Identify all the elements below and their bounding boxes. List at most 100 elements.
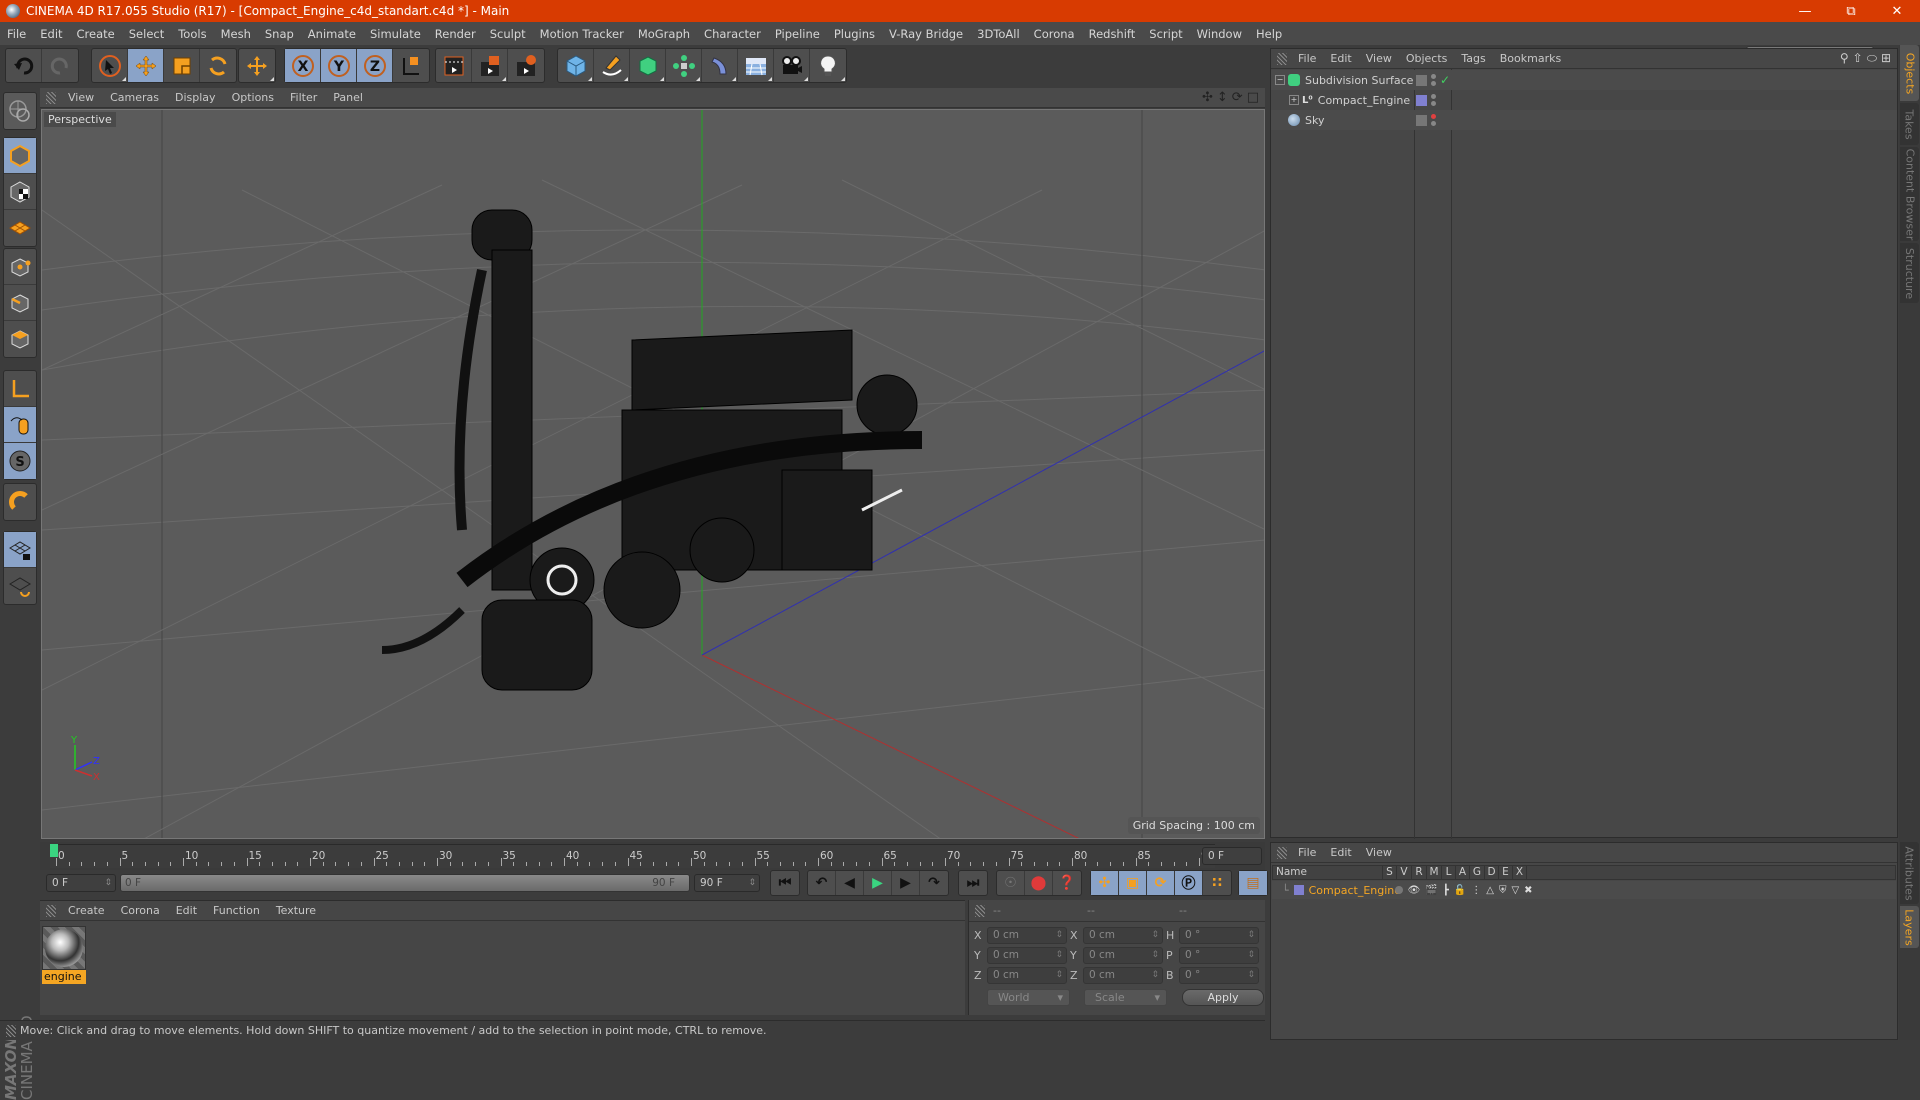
column-view[interactable]: V	[1397, 866, 1412, 879]
solo-button[interactable]: S	[4, 443, 36, 479]
position-key-button[interactable]: ✣	[1091, 871, 1119, 895]
layer-color-icon[interactable]	[1416, 94, 1427, 106]
menu-create[interactable]: Create	[70, 27, 122, 41]
viewport-camera-label[interactable]: Perspective	[44, 112, 116, 127]
menu-animate[interactable]: Animate	[301, 27, 363, 41]
restore-button[interactable]: ⧉	[1828, 0, 1874, 22]
tab-layers[interactable]: Layers	[1900, 906, 1919, 948]
layer-icon[interactable]	[1416, 74, 1427, 86]
scale-key-button[interactable]: ▣	[1119, 871, 1147, 895]
viewport-menu-cameras[interactable]: Cameras	[102, 91, 167, 104]
object-row[interactable]: + L⁰ Compact_Engine	[1271, 90, 1897, 110]
rotation-p-field[interactable]: 0 °	[1179, 947, 1259, 964]
menu-redshift[interactable]: Redshift	[1082, 27, 1143, 41]
expand-icon[interactable]: +	[1289, 95, 1299, 105]
object-row[interactable]: Sky	[1271, 110, 1897, 130]
expressions-toggle-icon[interactable]: ▽	[1511, 885, 1519, 896]
deformer-button[interactable]	[702, 49, 738, 82]
position-x-field[interactable]: 0 cm	[987, 927, 1067, 944]
menu-file[interactable]: File	[0, 27, 33, 41]
menu-motion-tracker[interactable]: Motion Tracker	[533, 27, 631, 41]
panel-grip[interactable]	[6, 1024, 16, 1037]
edges-mode-button[interactable]	[4, 285, 36, 321]
perspective-viewport[interactable]: Y Z X Perspective Grid Spacing : 100 cm	[41, 109, 1265, 839]
layer-row[interactable]: └ Compact_Engine 👁 🎬 ┣ 🔓 ⋮ △ ⛨ ▽ ✖	[1272, 881, 1896, 899]
material-menu-function[interactable]: Function	[205, 904, 268, 917]
current-frame-field[interactable]: 0 F	[1202, 847, 1262, 865]
column-manager[interactable]: M	[1427, 866, 1442, 879]
redo-button[interactable]	[42, 49, 78, 82]
objects-menu-objects[interactable]: Objects	[1399, 52, 1455, 65]
animation-toggle-icon[interactable]: ⋮	[1471, 885, 1481, 896]
visibility-dots[interactable]	[1431, 74, 1436, 86]
pan-view-icon[interactable]: ✣	[1202, 90, 1213, 105]
home-icon[interactable]: ⇧	[1853, 51, 1863, 66]
viewport-menu-display[interactable]: Display	[167, 91, 224, 104]
material-menu-corona[interactable]: Corona	[113, 904, 168, 917]
menu-help[interactable]: Help	[1249, 27, 1289, 41]
panel-grip[interactable]	[1277, 52, 1287, 65]
object-row[interactable]: − Subdivision Surface ✓	[1271, 70, 1897, 90]
texture-mode-button[interactable]	[4, 174, 36, 210]
viewport-menu-panel[interactable]: Panel	[325, 91, 371, 104]
layers-menu-file[interactable]: File	[1291, 846, 1323, 859]
menu-sculpt[interactable]: Sculpt	[483, 27, 533, 41]
tab-structure[interactable]: Structure	[1900, 243, 1919, 303]
viewport-menu-options[interactable]: Options	[224, 91, 282, 104]
column-solo[interactable]: S	[1383, 866, 1397, 879]
generators-toggle-icon[interactable]: △	[1486, 885, 1494, 896]
menu-plugins[interactable]: Plugins	[827, 27, 882, 41]
light-button[interactable]	[810, 49, 846, 82]
column-name[interactable]: Name	[1273, 866, 1383, 879]
position-y-field[interactable]: 0 cm	[987, 947, 1067, 964]
xref-toggle-icon[interactable]: ✖	[1524, 885, 1532, 896]
render-settings-button[interactable]	[508, 49, 544, 82]
solo-toggle[interactable]	[1394, 886, 1403, 894]
move-button[interactable]	[128, 49, 164, 82]
next-key-button[interactable]: ↷	[920, 871, 948, 895]
menu-select[interactable]: Select	[122, 27, 171, 41]
apply-button[interactable]: Apply	[1182, 989, 1264, 1006]
end-frame-field[interactable]: 90 F ⇕	[694, 874, 760, 892]
position-z-field[interactable]: 0 cm	[987, 967, 1067, 984]
z-axis-button[interactable]: Z	[357, 49, 393, 82]
visibility-dots[interactable]	[1431, 114, 1436, 126]
tweak-mode-button[interactable]	[4, 407, 36, 443]
material-menu-edit[interactable]: Edit	[168, 904, 205, 917]
menu-window[interactable]: Window	[1190, 27, 1249, 41]
panel-grip[interactable]	[46, 91, 56, 104]
go-to-end-button[interactable]: ⏭	[959, 871, 987, 895]
points-mode-button[interactable]	[4, 249, 36, 285]
panel-grip[interactable]	[1277, 846, 1287, 859]
new-window-icon[interactable]: ⊞	[1881, 51, 1891, 66]
tab-takes[interactable]: Takes	[1900, 103, 1919, 145]
tab-objects[interactable]: Objects	[1900, 45, 1919, 101]
next-frame-button[interactable]: ▶	[892, 871, 920, 895]
menu-simulate[interactable]: Simulate	[363, 27, 428, 41]
go-to-start-button[interactable]: ⏮	[771, 871, 799, 895]
tab-content-browser[interactable]: Content Browser	[1900, 147, 1919, 241]
workplane-lock-button[interactable]	[4, 532, 36, 568]
viewport-menu-view[interactable]: View	[60, 91, 102, 104]
deformers-toggle-icon[interactable]: ⛨	[1499, 885, 1507, 896]
menu-pipeline[interactable]: Pipeline	[768, 27, 827, 41]
column-deformers[interactable]: D	[1485, 866, 1499, 879]
rotation-key-button[interactable]: ⟳	[1147, 871, 1175, 895]
prev-key-button[interactable]: ↶	[808, 871, 836, 895]
objects-menu-view[interactable]: View	[1359, 52, 1399, 65]
size-z-field[interactable]: 0 cm	[1083, 967, 1163, 984]
camera-button[interactable]	[774, 49, 810, 82]
lock-toggle-icon[interactable]: 🔓	[1454, 885, 1466, 896]
axis-mode-button[interactable]	[4, 371, 36, 407]
snap-button[interactable]	[4, 484, 36, 520]
enabled-check-icon[interactable]: ✓	[1440, 73, 1450, 87]
live-selection-button[interactable]	[92, 49, 128, 82]
search-icon[interactable]: ⚲	[1840, 51, 1849, 66]
menu-edit[interactable]: Edit	[33, 27, 69, 41]
y-axis-button[interactable]: Y	[321, 49, 357, 82]
model-mode-button[interactable]	[4, 138, 36, 174]
objects-menu-edit[interactable]: Edit	[1323, 52, 1358, 65]
make-editable-button[interactable]	[4, 93, 36, 129]
dolly-view-icon[interactable]: ↕	[1217, 90, 1228, 105]
render-picture-viewer-button[interactable]	[472, 49, 508, 82]
